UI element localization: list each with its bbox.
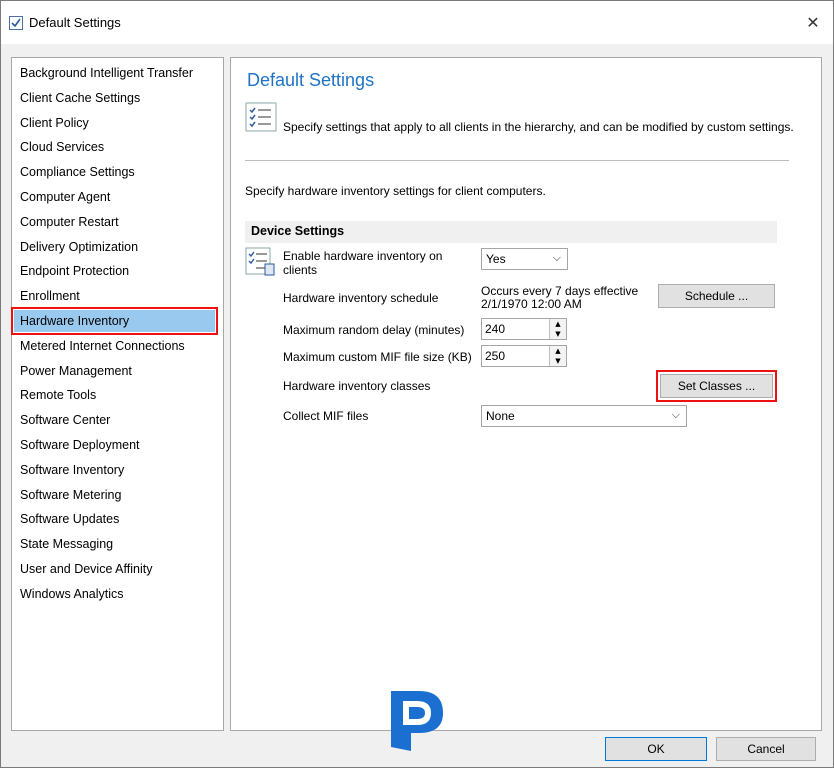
group-title: Device Settings <box>251 224 345 238</box>
checklist-icon <box>245 102 277 132</box>
mif-size-value: 250 <box>485 349 506 363</box>
window-title: Default Settings <box>29 15 121 30</box>
intro-text: Specify settings that apply to all clien… <box>283 120 794 134</box>
schedule-label: Hardware inventory schedule <box>283 291 439 305</box>
sidebar-item-cloud-services[interactable]: Cloud Services <box>20 136 104 158</box>
sidebar-item-enrollment[interactable]: Enrollment <box>20 285 80 307</box>
enable-hardware-inventory-select[interactable]: Yes ⌵ <box>481 248 568 270</box>
mif-size-stepper[interactable]: ▲ ▼ <box>549 346 566 366</box>
sidebar-item-client-policy[interactable]: Client Policy <box>20 112 89 134</box>
sidebar-item-compliance-settings[interactable]: Compliance Settings <box>20 161 135 183</box>
spin-down-icon[interactable]: ▼ <box>550 329 566 339</box>
sidebar-item-endpoint-protection[interactable]: Endpoint Protection <box>20 260 129 282</box>
chevron-down-icon: ⌵ <box>671 408 680 421</box>
collect-mif-label: Collect MIF files <box>283 409 369 423</box>
mif-size-input[interactable]: 250 ▲ ▼ <box>481 345 567 367</box>
title-bar: Default Settings ✕ <box>1 1 833 44</box>
sidebar-item-background-intelligent-transfer[interactable]: Background Intelligent Transfer <box>20 62 193 84</box>
sidebar-item-user-and-device-affinity[interactable]: User and Device Affinity <box>20 558 152 580</box>
collect-mif-value: None <box>486 409 515 423</box>
sidebar-item-hardware-inventory[interactable]: Hardware Inventory <box>11 307 218 335</box>
device-settings-header: Device Settings <box>245 221 777 243</box>
random-delay-stepper[interactable]: ▲ ▼ <box>549 319 566 339</box>
enable-value: Yes <box>486 252 506 266</box>
sidebar-item-software-updates[interactable]: Software Updates <box>20 508 119 530</box>
schedule-button[interactable]: Schedule ... <box>658 284 775 308</box>
mif-size-label: Maximum custom MIF file size (KB) <box>283 350 472 364</box>
sidebar-item-power-management[interactable]: Power Management <box>20 360 132 382</box>
checklist-icon <box>245 247 275 276</box>
sidebar-item-computer-agent[interactable]: Computer Agent <box>20 186 110 208</box>
sidebar-item-software-metering[interactable]: Software Metering <box>20 484 121 506</box>
section-description: Specify hardware inventory settings for … <box>245 184 546 198</box>
classes-label: Hardware inventory classes <box>283 379 431 393</box>
page-title: Default Settings <box>247 70 375 90</box>
default-settings-dialog: Default Settings ✕ Background Intelligen… <box>0 0 834 768</box>
random-delay-value: 240 <box>485 322 506 336</box>
set-classes-button[interactable]: Set Classes ... <box>656 370 777 402</box>
enable-hardware-inventory-label: Enable hardware inventory on clients <box>283 249 443 277</box>
ok-button[interactable]: OK <box>605 737 707 761</box>
random-delay-label: Maximum random delay (minutes) <box>283 323 465 337</box>
logo-icon <box>391 691 443 751</box>
sidebar-item-windows-analytics[interactable]: Windows Analytics <box>20 583 124 605</box>
collect-mif-select[interactable]: None ⌵ <box>481 405 687 427</box>
close-icon[interactable]: ✕ <box>806 13 819 32</box>
random-delay-input[interactable]: 240 ▲ ▼ <box>481 318 567 340</box>
settings-category-list[interactable]: Background Intelligent Transfer Client Ca… <box>11 57 224 731</box>
chevron-down-icon: ⌵ <box>552 251 561 264</box>
sidebar-item-software-inventory[interactable]: Software Inventory <box>20 459 124 481</box>
close-button[interactable]: ✕ <box>798 9 828 37</box>
sidebar-item-remote-tools[interactable]: Remote Tools <box>20 384 96 406</box>
sidebar-item-software-center[interactable]: Software Center <box>20 409 110 431</box>
settings-panel: Default Settings Specify settings that a… <box>230 57 822 731</box>
divider <box>245 160 789 161</box>
cancel-button[interactable]: Cancel <box>716 737 816 761</box>
settings-check-icon <box>9 16 23 30</box>
sidebar-item-metered-internet-connections[interactable]: Metered Internet Connections <box>20 335 185 357</box>
sidebar-item-computer-restart[interactable]: Computer Restart <box>20 211 119 233</box>
sidebar-item-state-messaging[interactable]: State Messaging <box>20 533 113 555</box>
sidebar-item-delivery-optimization[interactable]: Delivery Optimization <box>20 236 138 258</box>
schedule-text-line-2: 2/1/1970 12:00 AM <box>481 297 582 311</box>
schedule-text-line-1: Occurs every 7 days effective <box>481 284 639 298</box>
spin-down-icon[interactable]: ▼ <box>550 356 566 366</box>
sidebar-item-software-deployment[interactable]: Software Deployment <box>20 434 140 456</box>
sidebar-item-client-cache-settings[interactable]: Client Cache Settings <box>20 87 140 109</box>
